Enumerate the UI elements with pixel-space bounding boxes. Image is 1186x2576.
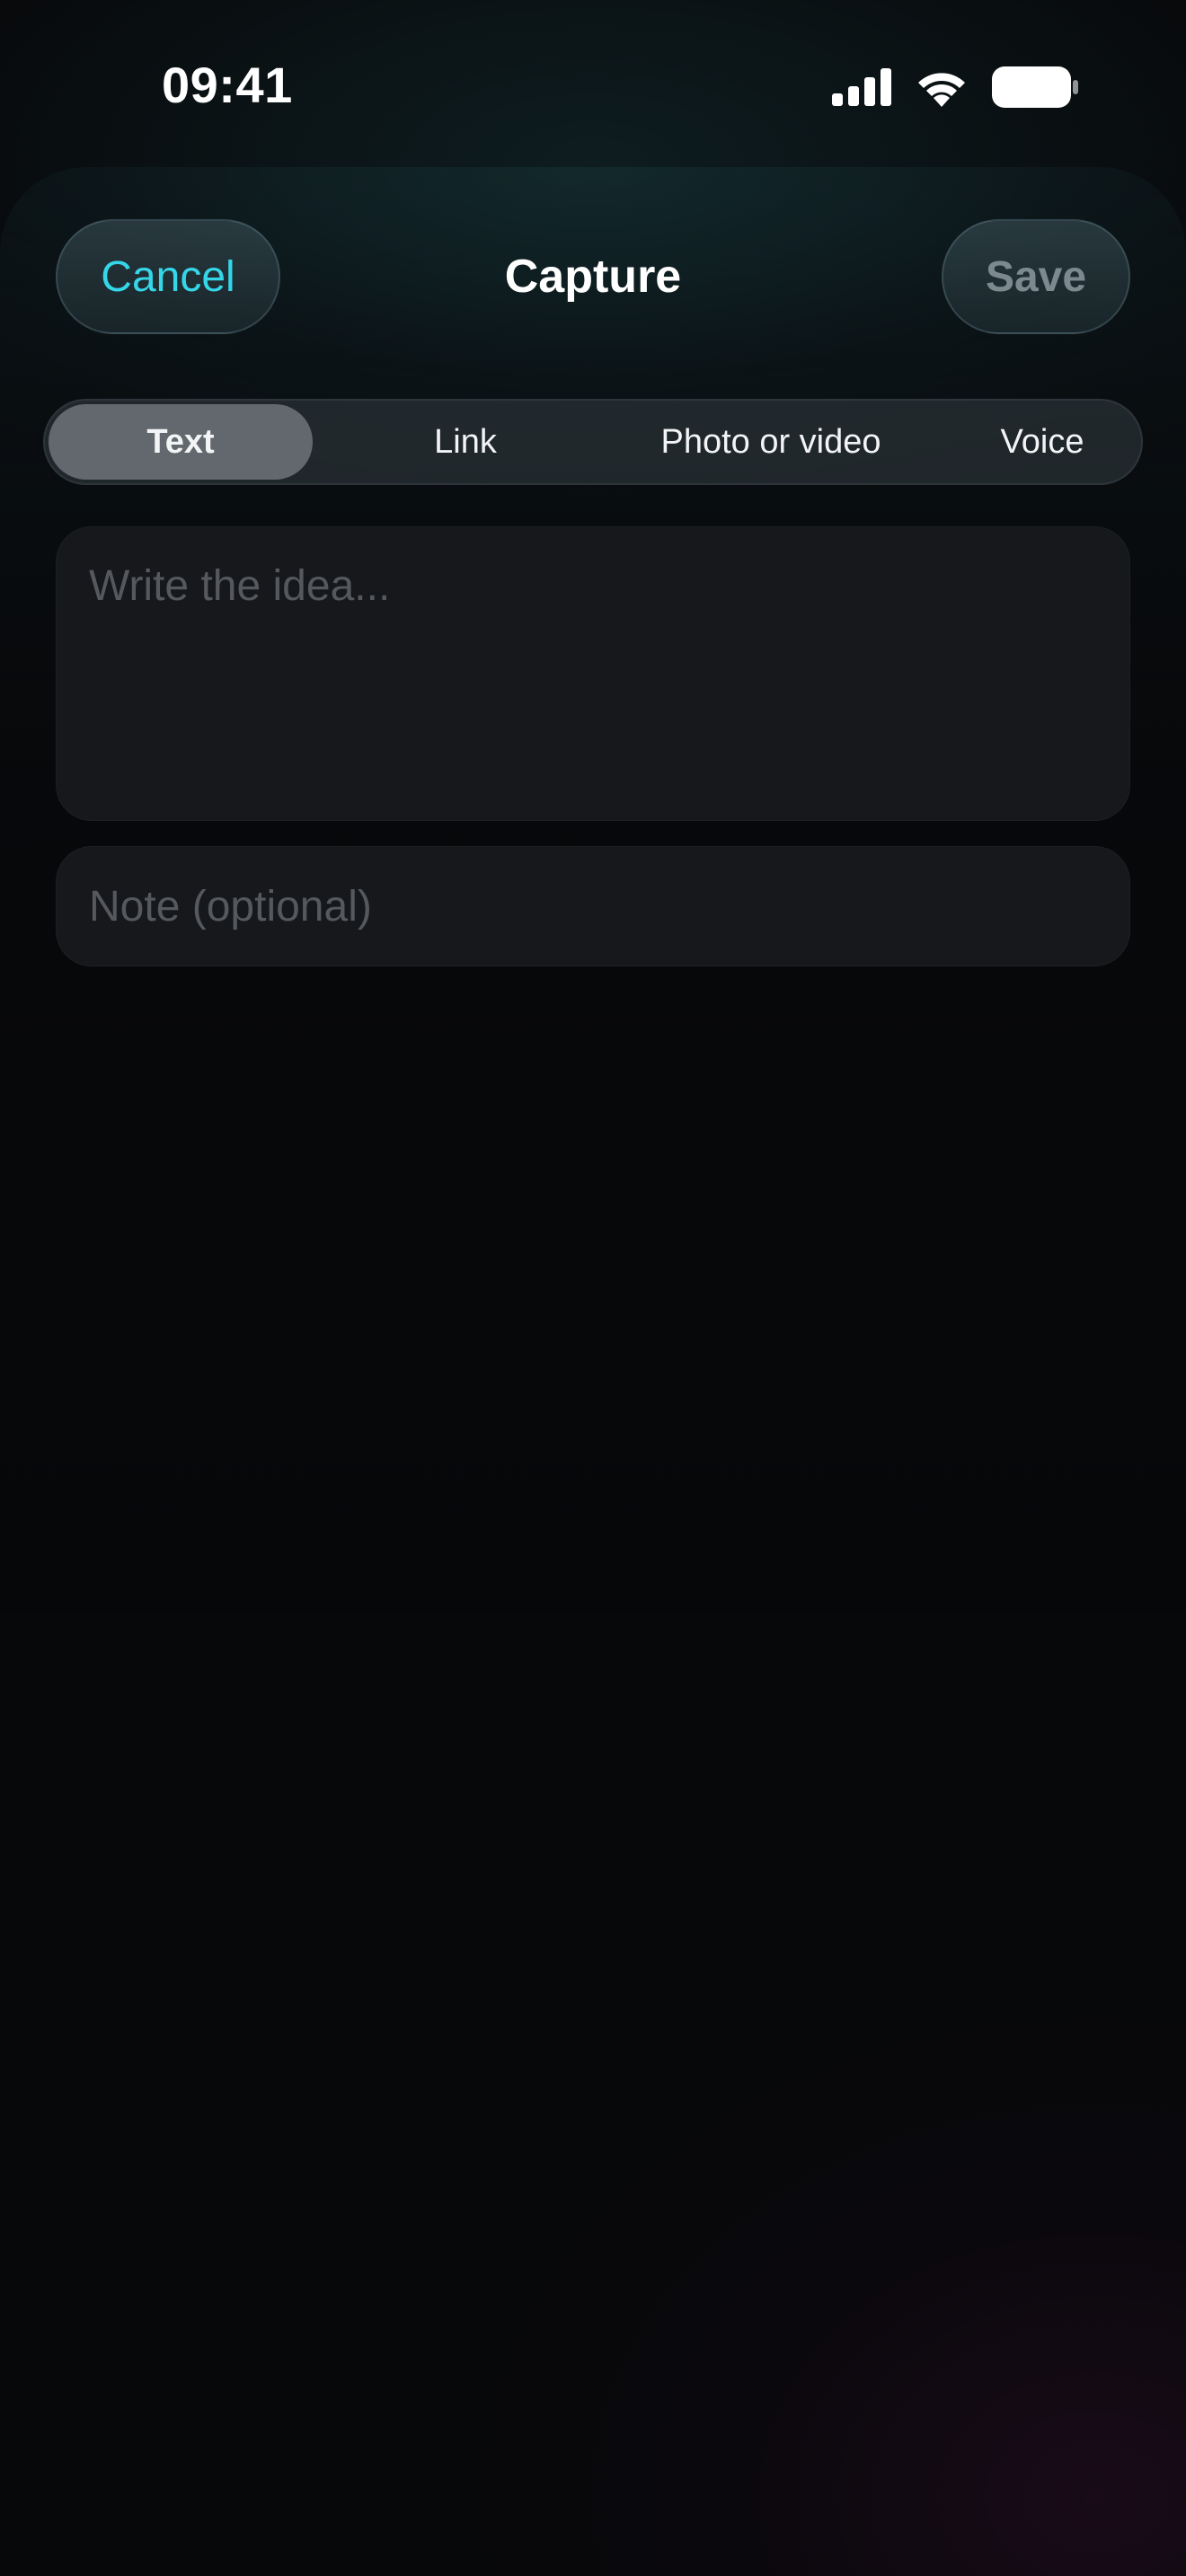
capture-screen: 09:41 Cancel Capture Save Text Link Phot… — [0, 0, 1186, 2576]
note-field-container — [56, 846, 1130, 966]
cellular-signal-icon — [832, 68, 891, 106]
segment-text[interactable]: Text — [49, 404, 313, 480]
segment-photo-or-video[interactable]: Photo or video — [602, 404, 940, 480]
capture-sheet: Cancel Capture Save Text Link Photo or v… — [0, 167, 1186, 2576]
nav-bar: Cancel Capture Save — [0, 219, 1186, 336]
idea-field-container — [56, 526, 1130, 821]
note-input[interactable] — [57, 847, 1129, 966]
idea-input[interactable] — [57, 527, 1129, 820]
wifi-icon — [915, 67, 969, 107]
status-bar: 09:41 — [0, 0, 1186, 171]
segment-voice[interactable]: Voice — [943, 404, 1141, 480]
battery-icon — [992, 66, 1078, 108]
status-time: 09:41 — [162, 57, 293, 113]
status-icons — [832, 65, 1078, 110]
save-button[interactable]: Save — [942, 219, 1130, 334]
segment-link[interactable]: Link — [367, 404, 564, 480]
capture-type-segmented-control: Text Link Photo or video Voice — [43, 399, 1143, 485]
